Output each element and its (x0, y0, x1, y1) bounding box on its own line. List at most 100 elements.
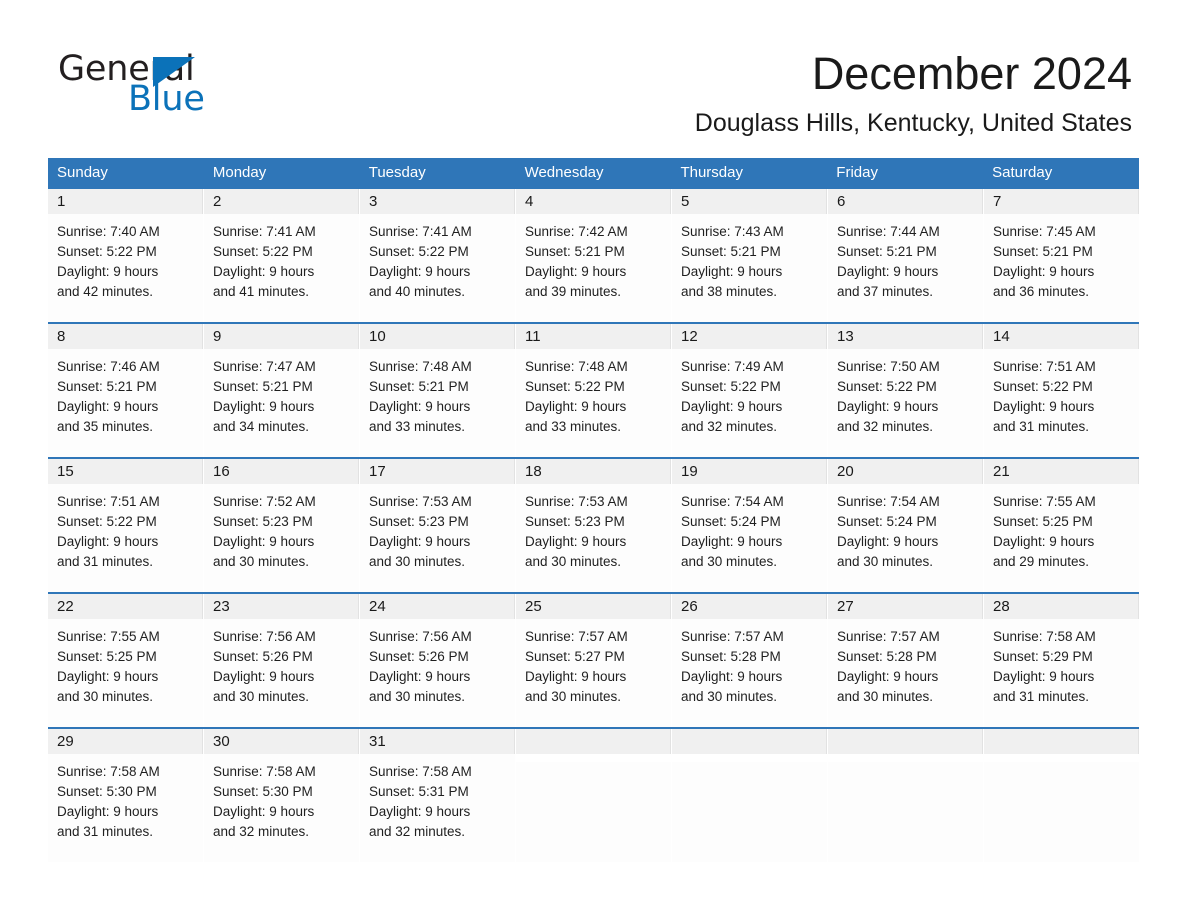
calendar-day-cell[interactable]: 4 Sunrise: 7:42 AM Sunset: 5:21 PM Daylight… (516, 189, 672, 322)
sunrise-text: Sunrise: 7:54 AM (681, 494, 784, 509)
daylight-text-line2: and 30 minutes. (681, 554, 778, 569)
calendar-day-cell[interactable]: 8 Sunrise: 7:46 AM Sunset: 5:21 PM Daylight… (48, 324, 204, 457)
sunset-text: Sunset: 5:26 PM (369, 649, 469, 664)
calendar-week-row: 1 Sunrise: 7:40 AM Sunset: 5:22 PM Daylight… (48, 189, 1139, 322)
sunrise-text: Sunrise: 7:55 AM (57, 629, 160, 644)
calendar-day-cell[interactable]: 7 Sunrise: 7:45 AM Sunset: 5:21 PM Daylight… (984, 189, 1139, 322)
day-details: Sunrise: 7:43 AM Sunset: 5:21 PM Daylight:… (672, 214, 827, 302)
sunrise-text: Sunrise: 7:52 AM (213, 494, 316, 509)
calendar-day-cell[interactable]: 13 Sunrise: 7:50 AM Sunset: 5:22 PM Dayligh… (828, 324, 984, 457)
day-details: Sunrise: 7:57 AM Sunset: 5:28 PM Daylight:… (828, 619, 983, 707)
day-number: 11 (516, 324, 671, 349)
calendar-day-cell[interactable]: 18 Sunrise: 7:53 AM Sunset: 5:23 PM Dayligh… (516, 459, 672, 592)
calendar-day-cell[interactable]: 29 Sunrise: 7:58 AM Sunset: 5:30 PM Dayligh… (48, 729, 204, 862)
sunset-text: Sunset: 5:27 PM (525, 649, 625, 664)
calendar-day-cell[interactable]: 26 Sunrise: 7:57 AM Sunset: 5:28 PM Dayligh… (672, 594, 828, 727)
sunset-text: Sunset: 5:22 PM (57, 244, 157, 259)
daylight-text-line2: and 37 minutes. (837, 284, 934, 299)
calendar-day-cell[interactable]: 27 Sunrise: 7:57 AM Sunset: 5:28 PM Dayligh… (828, 594, 984, 727)
sunrise-text: Sunrise: 7:53 AM (369, 494, 472, 509)
daylight-text-line2: and 42 minutes. (57, 284, 154, 299)
sunrise-text: Sunrise: 7:58 AM (57, 764, 160, 779)
sunset-text: Sunset: 5:22 PM (993, 379, 1093, 394)
day-details: Sunrise: 7:55 AM Sunset: 5:25 PM Daylight:… (48, 619, 203, 707)
daylight-text-line1: Daylight: 9 hours (57, 534, 159, 549)
sunrise-text: Sunrise: 7:47 AM (213, 359, 316, 374)
sunrise-text: Sunrise: 7:44 AM (837, 224, 940, 239)
calendar-weeks: 1 Sunrise: 7:40 AM Sunset: 5:22 PM Daylight… (48, 189, 1139, 862)
calendar-day-cell[interactable]: 9 Sunrise: 7:47 AM Sunset: 5:21 PM Daylight… (204, 324, 360, 457)
calendar-day-cell[interactable]: 31 Sunrise: 7:58 AM Sunset: 5:31 PM Dayligh… (360, 729, 516, 862)
day-details: Sunrise: 7:57 AM Sunset: 5:27 PM Daylight:… (516, 619, 671, 707)
day-details (516, 754, 671, 762)
day-number (984, 729, 1139, 754)
day-number: 6 (828, 189, 983, 214)
daylight-text-line2: and 32 minutes. (837, 419, 934, 434)
sunrise-text: Sunrise: 7:48 AM (525, 359, 628, 374)
logo-text-blue: Blue (128, 79, 205, 119)
page-header: General Blue December 2024 Douglass Hill… (0, 0, 1188, 152)
calendar-day-cell[interactable]: 20 Sunrise: 7:54 AM Sunset: 5:24 PM Dayligh… (828, 459, 984, 592)
calendar-day-cell[interactable]: 2 Sunrise: 7:41 AM Sunset: 5:22 PM Daylight… (204, 189, 360, 322)
daylight-text-line1: Daylight: 9 hours (213, 669, 315, 684)
calendar-day-cell[interactable]: 15 Sunrise: 7:51 AM Sunset: 5:22 PM Dayligh… (48, 459, 204, 592)
day-number: 20 (828, 459, 983, 484)
sunset-text: Sunset: 5:30 PM (213, 784, 313, 799)
sunset-text: Sunset: 5:22 PM (213, 244, 313, 259)
calendar-day-cell[interactable]: 25 Sunrise: 7:57 AM Sunset: 5:27 PM Dayligh… (516, 594, 672, 727)
calendar-week-row: 8 Sunrise: 7:46 AM Sunset: 5:21 PM Daylight… (48, 322, 1139, 457)
calendar-day-cell[interactable]: 3 Sunrise: 7:41 AM Sunset: 5:22 PM Daylight… (360, 189, 516, 322)
sunrise-text: Sunrise: 7:42 AM (525, 224, 628, 239)
day-number: 21 (984, 459, 1139, 484)
day-number: 15 (48, 459, 203, 484)
day-details: Sunrise: 7:54 AM Sunset: 5:24 PM Daylight:… (828, 484, 983, 572)
daylight-text-line1: Daylight: 9 hours (213, 264, 315, 279)
calendar-day-cell[interactable]: 22 Sunrise: 7:55 AM Sunset: 5:25 PM Dayligh… (48, 594, 204, 727)
calendar-day-cell[interactable]: 21 Sunrise: 7:55 AM Sunset: 5:25 PM Dayligh… (984, 459, 1139, 592)
day-details: Sunrise: 7:44 AM Sunset: 5:21 PM Daylight:… (828, 214, 983, 302)
calendar-day-cell[interactable]: 17 Sunrise: 7:53 AM Sunset: 5:23 PM Dayligh… (360, 459, 516, 592)
daylight-text-line2: and 30 minutes. (369, 689, 466, 704)
sunrise-text: Sunrise: 7:51 AM (57, 494, 160, 509)
sunrise-text: Sunrise: 7:49 AM (681, 359, 784, 374)
calendar-day-cell[interactable]: 10 Sunrise: 7:48 AM Sunset: 5:21 PM Dayligh… (360, 324, 516, 457)
calendar-day-cell[interactable]: 16 Sunrise: 7:52 AM Sunset: 5:23 PM Dayligh… (204, 459, 360, 592)
day-details: Sunrise: 7:45 AM Sunset: 5:21 PM Daylight:… (984, 214, 1139, 302)
day-number: 4 (516, 189, 671, 214)
calendar-day-cell[interactable]: 11 Sunrise: 7:48 AM Sunset: 5:22 PM Dayligh… (516, 324, 672, 457)
calendar-day-cell[interactable]: 24 Sunrise: 7:56 AM Sunset: 5:26 PM Dayligh… (360, 594, 516, 727)
day-number: 17 (360, 459, 515, 484)
calendar-day-cell[interactable]: 28 Sunrise: 7:58 AM Sunset: 5:29 PM Dayligh… (984, 594, 1139, 727)
calendar-day-cell[interactable]: 5 Sunrise: 7:43 AM Sunset: 5:21 PM Daylight… (672, 189, 828, 322)
daylight-text-line1: Daylight: 9 hours (681, 669, 783, 684)
day-number (516, 729, 671, 754)
calendar-day-cell[interactable]: 12 Sunrise: 7:49 AM Sunset: 5:22 PM Dayligh… (672, 324, 828, 457)
calendar-day-cell[interactable]: 6 Sunrise: 7:44 AM Sunset: 5:21 PM Daylight… (828, 189, 984, 322)
daylight-text-line2: and 31 minutes. (57, 824, 154, 839)
sunset-text: Sunset: 5:24 PM (837, 514, 937, 529)
sunrise-text: Sunrise: 7:55 AM (993, 494, 1096, 509)
calendar-day-cell[interactable]: 1 Sunrise: 7:40 AM Sunset: 5:22 PM Daylight… (48, 189, 204, 322)
sunrise-text: Sunrise: 7:56 AM (369, 629, 472, 644)
day-number: 23 (204, 594, 359, 619)
sunrise-text: Sunrise: 7:54 AM (837, 494, 940, 509)
calendar-day-cell-empty (672, 729, 828, 862)
calendar-day-cell[interactable]: 30 Sunrise: 7:58 AM Sunset: 5:30 PM Dayligh… (204, 729, 360, 862)
day-details: Sunrise: 7:51 AM Sunset: 5:22 PM Daylight:… (48, 484, 203, 572)
daylight-text-line1: Daylight: 9 hours (993, 264, 1095, 279)
day-details (984, 754, 1139, 762)
calendar-day-cell[interactable]: 23 Sunrise: 7:56 AM Sunset: 5:26 PM Dayligh… (204, 594, 360, 727)
day-number: 28 (984, 594, 1139, 619)
sunrise-text: Sunrise: 7:58 AM (993, 629, 1096, 644)
calendar-day-cell[interactable]: 19 Sunrise: 7:54 AM Sunset: 5:24 PM Dayligh… (672, 459, 828, 592)
daylight-text-line2: and 31 minutes. (57, 554, 154, 569)
sunset-text: Sunset: 5:23 PM (369, 514, 469, 529)
day-number: 3 (360, 189, 515, 214)
calendar-day-cell[interactable]: 14 Sunrise: 7:51 AM Sunset: 5:22 PM Dayligh… (984, 324, 1139, 457)
day-number: 27 (828, 594, 983, 619)
day-number: 16 (204, 459, 359, 484)
sunset-text: Sunset: 5:21 PM (57, 379, 157, 394)
sunrise-text: Sunrise: 7:57 AM (525, 629, 628, 644)
sunset-text: Sunset: 5:28 PM (837, 649, 937, 664)
day-details: Sunrise: 7:48 AM Sunset: 5:21 PM Daylight:… (360, 349, 515, 437)
